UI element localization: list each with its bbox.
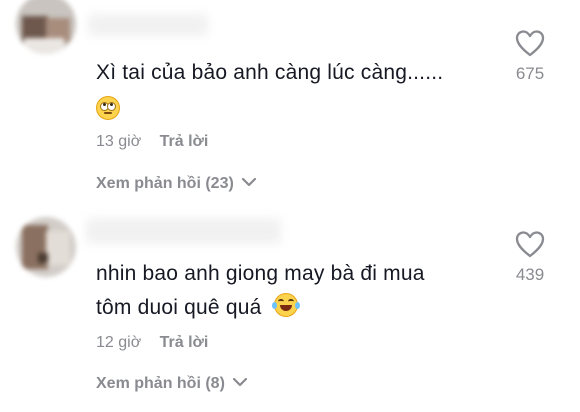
reply-button[interactable]: Trả lời xyxy=(160,133,209,150)
view-replies-label: Xem phản hồi (23) xyxy=(96,175,234,192)
comment-text: Xì tai của bảo anh càng lúc càng...... xyxy=(96,56,443,128)
avatar[interactable] xyxy=(16,217,76,277)
username-blurred[interactable] xyxy=(88,14,208,36)
like-button[interactable]: 439 xyxy=(505,231,555,286)
comment-time: 13 giờ xyxy=(96,133,142,150)
chevron-down-icon xyxy=(242,172,257,194)
view-replies-button[interactable]: Xem phản hồi (8) xyxy=(96,372,248,395)
view-replies-button[interactable]: Xem phản hồi (23) xyxy=(96,172,257,195)
comment-text-line: Xì tai của bảo anh càng lúc càng...... xyxy=(96,61,444,84)
view-replies-label: Xem phản hồi (8) xyxy=(96,375,225,392)
comment-text-line: nhin bao anh giong may bà đi mua xyxy=(96,262,425,285)
comment-meta: 12 giờ Trả lời xyxy=(96,332,208,354)
like-count: 675 xyxy=(515,64,545,83)
heart-outline-icon xyxy=(505,30,555,57)
username-blurred[interactable] xyxy=(86,218,281,244)
comment-text-line: tôm duoi quê quá xyxy=(96,296,262,319)
comment-item: Xì tai của bảo anh càng lúc càng...... 1… xyxy=(0,0,580,205)
face-with-rolling-eyes-emoji xyxy=(96,96,120,120)
reply-button[interactable]: Trả lời xyxy=(160,334,209,351)
comment-text: nhin bao anh giong may bà đi mua tôm duo… xyxy=(96,257,425,325)
comment-meta: 13 giờ Trả lời xyxy=(96,131,208,153)
comment-item: nhin bao anh giong may bà đi mua tôm duo… xyxy=(0,205,580,412)
like-button[interactable]: 675 xyxy=(505,30,555,85)
chevron-down-icon xyxy=(233,372,248,394)
avatar[interactable] xyxy=(16,0,76,54)
comment-time: 12 giờ xyxy=(96,334,142,351)
face-with-tears-of-joy-emoji xyxy=(271,293,300,317)
like-count: 439 xyxy=(515,265,545,284)
heart-outline-icon xyxy=(505,231,555,258)
